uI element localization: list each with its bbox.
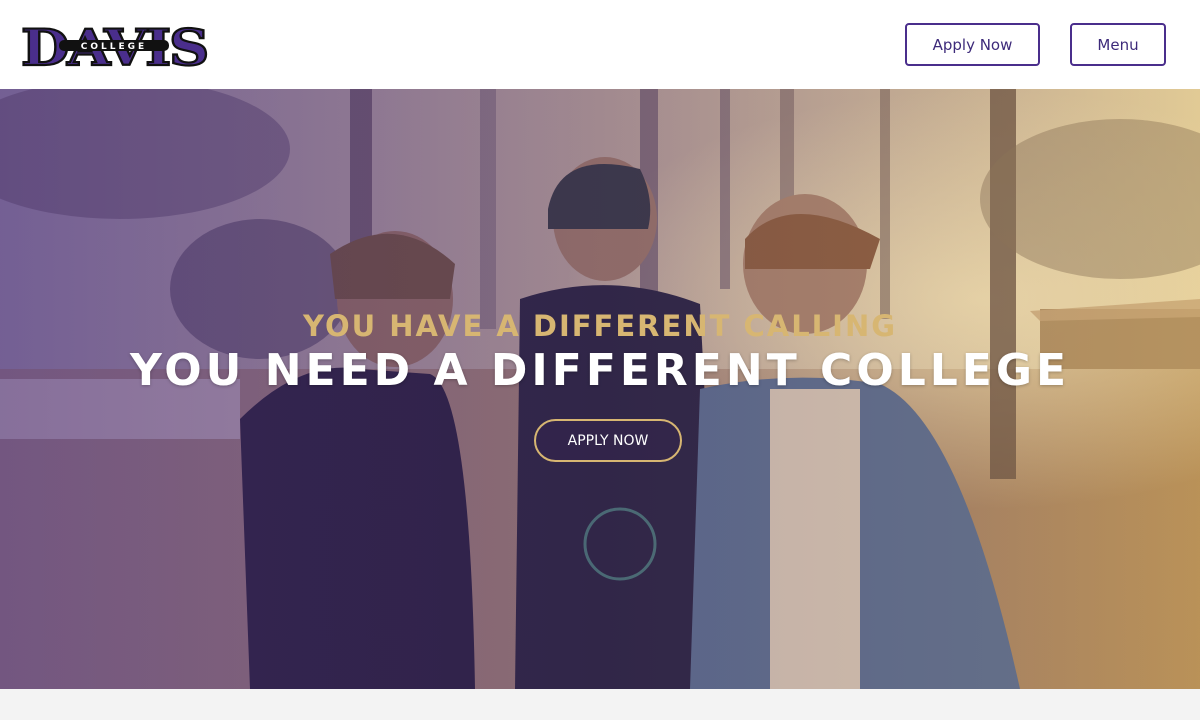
davis-college-logo[interactable]: DAVIS COLLEGE (19, 18, 211, 70)
apply-now-button[interactable]: Apply Now (905, 23, 1040, 66)
hero-banner: YOU HAVE A DIFFERENT CALLING YOU NEED A … (0, 89, 1200, 689)
menu-button[interactable]: Menu (1070, 23, 1166, 66)
logo-subtext: COLLEGE (81, 42, 147, 52)
next-section-edge (0, 689, 1200, 720)
logo-graphic: DAVIS COLLEGE (20, 18, 210, 70)
hero-tagline-secondary: YOU HAVE A DIFFERENT CALLING (302, 309, 898, 343)
hero-tagline-primary: YOU NEED A DIFFERENT COLLEGE (129, 345, 1071, 396)
site-header: DAVIS COLLEGE Apply Now Menu (0, 0, 1200, 89)
hero-apply-now-button[interactable]: APPLY NOW (534, 419, 682, 462)
